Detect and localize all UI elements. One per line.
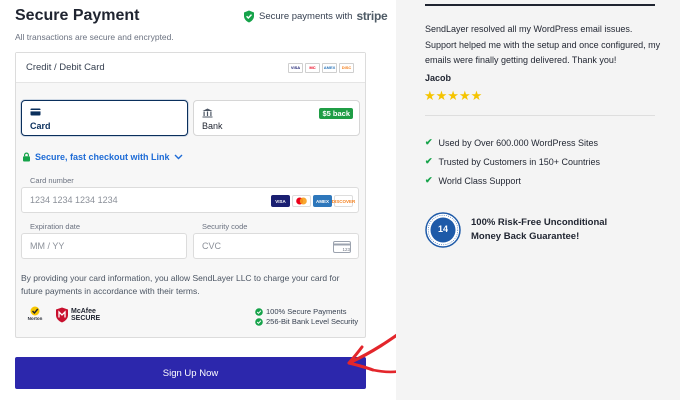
visa-logo-icon: VISA	[288, 62, 303, 73]
chevron-down-icon	[174, 154, 183, 160]
feature-text: Trusted by Customers in 150+ Countries	[438, 156, 601, 167]
guarantee-text: 100% Risk-Free Unconditional Money Back …	[471, 217, 608, 242]
link-checkout-text: Secure, fast checkout with Link	[35, 152, 170, 162]
feature-item: ✔ World Class Support	[425, 171, 600, 190]
testimonial-author: Jacob	[425, 73, 452, 83]
guarantee-seal-icon: 14	[425, 212, 461, 248]
testimonial-quote: SendLayer resolved all my WordPress emai…	[425, 24, 661, 65]
link-checkout-toggle[interactable]: Secure, fast checkout with Link	[22, 152, 183, 162]
accepted-cards: VISA MC AMEX DISC	[288, 62, 354, 73]
stripe-logo: stripe	[356, 9, 388, 23]
card-brand-logos: VISA AMEX DISCOVER	[271, 195, 355, 207]
discover-logo-icon: DISC	[339, 62, 354, 73]
discover-brand-icon: DISCOVER	[332, 195, 355, 207]
checkout-form: Secure Payment Secure payments with stri…	[0, 0, 409, 400]
mcafee-badge: McAfee SECURE	[55, 307, 101, 323]
norton-check-icon	[30, 306, 40, 316]
check-circle-icon	[255, 318, 263, 326]
credit-card-icon	[30, 108, 41, 116]
tab-bank-label: Bank	[202, 121, 223, 131]
sidebar-divider	[425, 115, 655, 116]
payment-method-header[interactable]: Credit / Debit Card VISA MC AMEX DISC	[16, 53, 365, 83]
shield-check-icon	[244, 10, 254, 22]
mastercard-logo-icon: MC	[305, 62, 320, 73]
stripe-badge: Secure payments with stripe	[243, 9, 388, 23]
security-code-label: Security code	[202, 222, 248, 231]
feature-item: ✔ Used by Over 600.000 WordPress Sites	[425, 133, 600, 152]
expiration-input[interactable]	[30, 241, 178, 251]
card-number-label: Card number	[30, 176, 74, 185]
guarantee-days: 14	[438, 224, 448, 234]
norton-label: Norton	[27, 316, 43, 321]
sidebar-top-rule	[425, 4, 655, 6]
check-circle-icon	[255, 308, 263, 316]
checkmark-icon: ✔	[425, 137, 433, 147]
mcafee-shield-icon	[56, 307, 68, 323]
visa-brand-icon: VISA	[271, 195, 290, 207]
security-code-input[interactable]	[202, 241, 350, 251]
tab-bank[interactable]: $5 back Bank	[193, 100, 360, 136]
feature-item: ✔ Trusted by Customers in 150+ Countries	[425, 152, 600, 171]
norton-badge: Norton	[21, 306, 49, 324]
feature-text: World Class Support	[438, 175, 521, 186]
card-number-field[interactable]: VISA AMEX DISCOVER	[21, 187, 359, 213]
tab-card-label: Card	[30, 121, 51, 131]
money-back-guarantee: 14 100% Risk-Free Unconditional Money Ba…	[425, 212, 621, 248]
trust-badges: Norton McAfee SECURE	[21, 306, 101, 324]
tab-card[interactable]: Card	[21, 100, 188, 136]
expiration-field[interactable]	[21, 233, 187, 259]
security-code-field[interactable]: 123	[193, 233, 359, 259]
feature-text: Used by Over 600.000 WordPress Sites	[438, 137, 598, 148]
checkmark-icon: ✔	[425, 175, 433, 185]
sign-up-button[interactable]: Sign Up Now	[15, 357, 366, 389]
page-subtitle: All transactions are secure and encrypte…	[15, 32, 174, 42]
feature-list: ✔ Used by Over 600.000 WordPress Sites ✔…	[425, 133, 600, 190]
bank-icon	[202, 108, 213, 118]
checkmark-icon: ✔	[425, 156, 433, 166]
secure-item-text: 100% Secure Payments	[266, 307, 347, 316]
expiration-label: Expiration date	[30, 222, 81, 231]
secure-item: 100% Secure Payments	[255, 307, 358, 317]
lock-icon	[23, 152, 30, 162]
rating-stars: ★★★★★	[424, 88, 483, 103]
mastercard-brand-icon	[292, 195, 311, 207]
page-title: Secure Payment	[15, 7, 140, 24]
payment-method-label: Credit / Debit Card	[26, 62, 105, 73]
cvc-hint-text: 123	[343, 247, 351, 252]
card-authorization-disclaimer: By providing your card information, you …	[21, 273, 340, 296]
cvc-card-icon: 123	[333, 241, 351, 253]
cashback-badge: $5 back	[319, 108, 353, 119]
amex-brand-icon: AMEX	[313, 195, 332, 207]
stripe-badge-text: Secure payments with	[259, 10, 353, 22]
amex-logo-icon: AMEX	[322, 62, 337, 73]
mcafee-label: McAfee SECURE	[71, 308, 101, 322]
